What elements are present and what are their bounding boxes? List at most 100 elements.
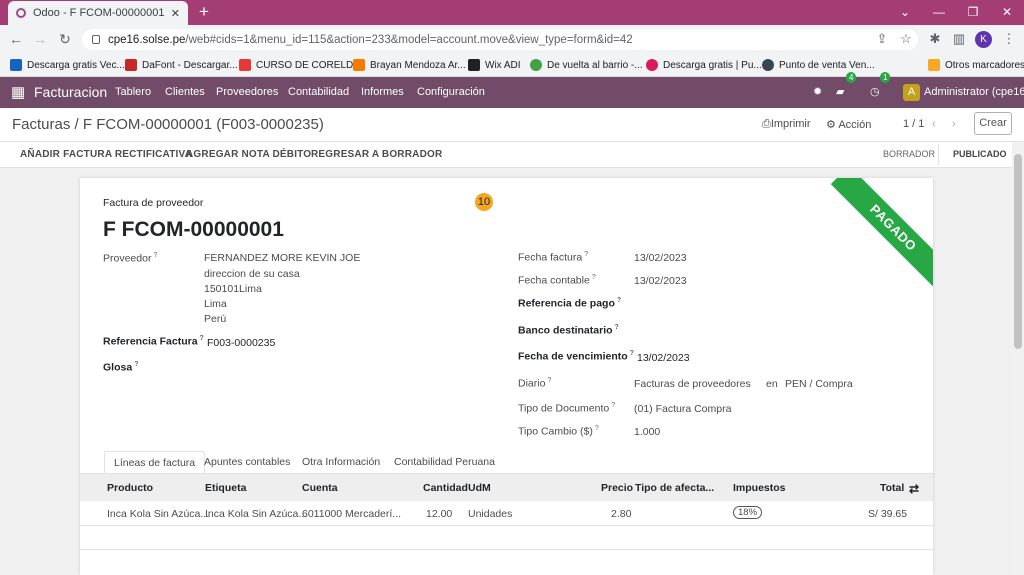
bookmark-star-icon[interactable]: ☆: [898, 31, 914, 47]
menu-contabilidad[interactable]: Contabilidad: [288, 77, 349, 108]
ref-factura-value[interactable]: F003-0000235: [207, 337, 275, 349]
bookmark-item[interactable]: Brayan Mendoza Ar...: [353, 57, 466, 73]
currency-value[interactable]: PEN / Compra: [785, 378, 853, 390]
tab-journal-items[interactable]: Apuntes contables: [195, 451, 299, 473]
bookmark-item[interactable]: DaFont - Descargar...: [125, 57, 238, 73]
column-header-cantidad[interactable]: Cantidad: [423, 482, 468, 494]
bookmark-item[interactable]: CURSO DE CORELD...: [239, 57, 362, 73]
tab-invoice-lines[interactable]: Líneas de factura: [104, 451, 206, 473]
optional-columns-icon[interactable]: ⇄: [909, 482, 919, 496]
column-header-impuestos[interactable]: Impuestos: [733, 482, 786, 494]
minimize-icon[interactable]: —: [922, 0, 956, 25]
column-header-udm[interactable]: UdM: [468, 482, 491, 494]
browser-menu-icon[interactable]: ⋮: [1001, 31, 1017, 47]
pager-previous-icon[interactable]: ‹: [932, 118, 936, 130]
column-header-precio[interactable]: Precio: [601, 482, 633, 494]
menu-proveedores[interactable]: Proveedores: [216, 77, 278, 108]
scrollbar-thumb[interactable]: [1014, 154, 1022, 349]
bookmark-label: Descarga gratis Vec...: [27, 59, 125, 71]
extensions-icon[interactable]: ✱: [927, 31, 943, 47]
action-button[interactable]: ⚙ Acción: [826, 118, 871, 131]
tipo-cambio-label: Tipo Cambio ($)?: [518, 425, 599, 438]
tipo-documento-value[interactable]: (01) Factura Compra: [634, 403, 731, 415]
side-panel-icon[interactable]: ▥: [951, 31, 967, 47]
cell-udm[interactable]: Unidades: [468, 508, 512, 520]
close-tab-icon[interactable]: ✕: [171, 7, 180, 20]
stage-draft[interactable]: BORRADOR: [883, 149, 935, 159]
cell-producto[interactable]: Inca Kola Sin Azúca...: [107, 508, 209, 520]
menu-tablero[interactable]: Tablero: [115, 77, 151, 108]
back-icon[interactable]: ←: [8, 31, 24, 47]
print-button[interactable]: ⎙Imprimir: [762, 118, 811, 131]
tipo-cambio-value[interactable]: 1.000: [634, 426, 660, 438]
app-brand[interactable]: Facturacion: [34, 77, 107, 108]
banco-label: Banco destinatario?: [518, 324, 619, 337]
tab-peruvian-accounting[interactable]: Contabilidad Peruana: [385, 451, 504, 473]
bookmark-item[interactable]: De vuelta al barrio -...: [530, 57, 643, 73]
pager-next-icon[interactable]: ›: [952, 118, 956, 130]
wix-icon: [468, 59, 480, 71]
bookmark-label: Descarga gratis | Pu...: [663, 59, 762, 71]
diario-label: Diario?: [518, 377, 551, 390]
fecha-contable-value[interactable]: 13/02/2023: [634, 275, 687, 287]
apps-menu-icon[interactable]: ▦: [11, 77, 25, 108]
banco-label-text: Banco destinatario: [518, 324, 613, 337]
tax-badge[interactable]: 18%: [733, 506, 763, 519]
user-avatar[interactable]: A: [903, 84, 920, 101]
stage-posted[interactable]: PUBLICADO: [953, 149, 1007, 159]
create-button[interactable]: Crear: [974, 112, 1012, 135]
share-icon[interactable]: ⇪: [874, 31, 890, 47]
fecha-contable-label-text: Fecha contable: [518, 274, 590, 287]
tab-other-info[interactable]: Otra Información: [293, 451, 389, 473]
breadcrumb-parent[interactable]: Facturas: [12, 116, 70, 133]
bookmark-label: CURSO DE CORELD...: [256, 59, 362, 71]
browser-tab[interactable]: Odoo - F FCOM-00000001 (F003- ✕: [8, 1, 188, 25]
proveedor-address-line: direccion de su casa: [204, 268, 300, 280]
address-bar[interactable]: cpe16.solse.pe/web#cids=1&menu_id=115&ac…: [82, 29, 918, 50]
window-close-icon[interactable]: ✕: [990, 0, 1024, 25]
fecha-factura-value[interactable]: 13/02/2023: [634, 252, 687, 264]
bookmark-label: De vuelta al barrio -...: [547, 59, 643, 71]
reset-to-draft-button[interactable]: REGRESAR A BORRADOR: [311, 149, 442, 160]
activities-button[interactable]: ◷ 1: [870, 72, 891, 108]
messages-button[interactable]: ▰ 4: [836, 72, 857, 108]
add-credit-note-button[interactable]: AÑADIR FACTURA RECTIFICATIVA: [20, 149, 192, 160]
menu-informes[interactable]: Informes: [361, 77, 404, 108]
cell-precio[interactable]: 2.80: [611, 508, 631, 520]
column-header-tipo-afectacion[interactable]: Tipo de afecta...: [635, 482, 714, 494]
add-debit-note-button[interactable]: AGREGAR NOTA DÉBITO: [186, 149, 311, 160]
diario-label-text: Diario: [518, 377, 546, 390]
column-header-etiqueta[interactable]: Etiqueta: [205, 482, 246, 494]
menu-configuracion[interactable]: Configuración: [417, 77, 485, 108]
tipo-documento-label-text: Tipo de Documento: [518, 402, 610, 415]
diario-value[interactable]: Facturas de proveedores: [634, 378, 751, 390]
bookmark-item[interactable]: Descarga gratis Vec...: [10, 57, 125, 73]
cell-cuenta[interactable]: 6011000 Mercaderí...: [302, 508, 401, 520]
tab-search-icon[interactable]: ⌄: [888, 0, 922, 25]
cell-etiqueta[interactable]: Inca Kola Sin Azúca...: [205, 508, 307, 520]
restore-icon[interactable]: ❐: [956, 0, 990, 25]
column-header-total[interactable]: Total: [880, 482, 904, 494]
bookmark-item[interactable]: Wix ADI: [468, 57, 521, 73]
pager-value[interactable]: 1 / 1: [903, 118, 924, 130]
forward-icon[interactable]: →: [32, 31, 48, 47]
column-header-cuenta[interactable]: Cuenta: [302, 482, 338, 494]
youtube-icon: [239, 59, 251, 71]
other-bookmarks[interactable]: Otros marcadores: [928, 57, 1024, 73]
stage-divider: [938, 144, 939, 166]
vencimiento-value[interactable]: 13/02/2023: [637, 352, 690, 364]
bookmark-item[interactable]: Descarga gratis | Pu...: [646, 57, 762, 73]
debug-bug-icon[interactable]: ✹: [813, 77, 822, 108]
profile-avatar[interactable]: K: [975, 31, 992, 48]
odoo-favicon-icon: [16, 8, 26, 18]
cell-cantidad[interactable]: 12.00: [426, 508, 452, 520]
user-name[interactable]: Administrator (cpe16): [924, 77, 1024, 108]
bookmark-item[interactable]: Punto de venta Ven...: [762, 57, 875, 73]
bookmark-label: Brayan Mendoza Ar...: [370, 59, 466, 71]
browser-tab-title: Odoo - F FCOM-00000001 (F003-: [33, 7, 165, 19]
new-tab-button[interactable]: +: [194, 2, 214, 22]
menu-clientes[interactable]: Clientes: [165, 77, 205, 108]
reload-icon[interactable]: ↻: [57, 31, 73, 47]
proveedor-name[interactable]: FERNANDEZ MORE KEVIN JOE: [204, 252, 360, 264]
column-header-producto[interactable]: Producto: [107, 482, 153, 494]
